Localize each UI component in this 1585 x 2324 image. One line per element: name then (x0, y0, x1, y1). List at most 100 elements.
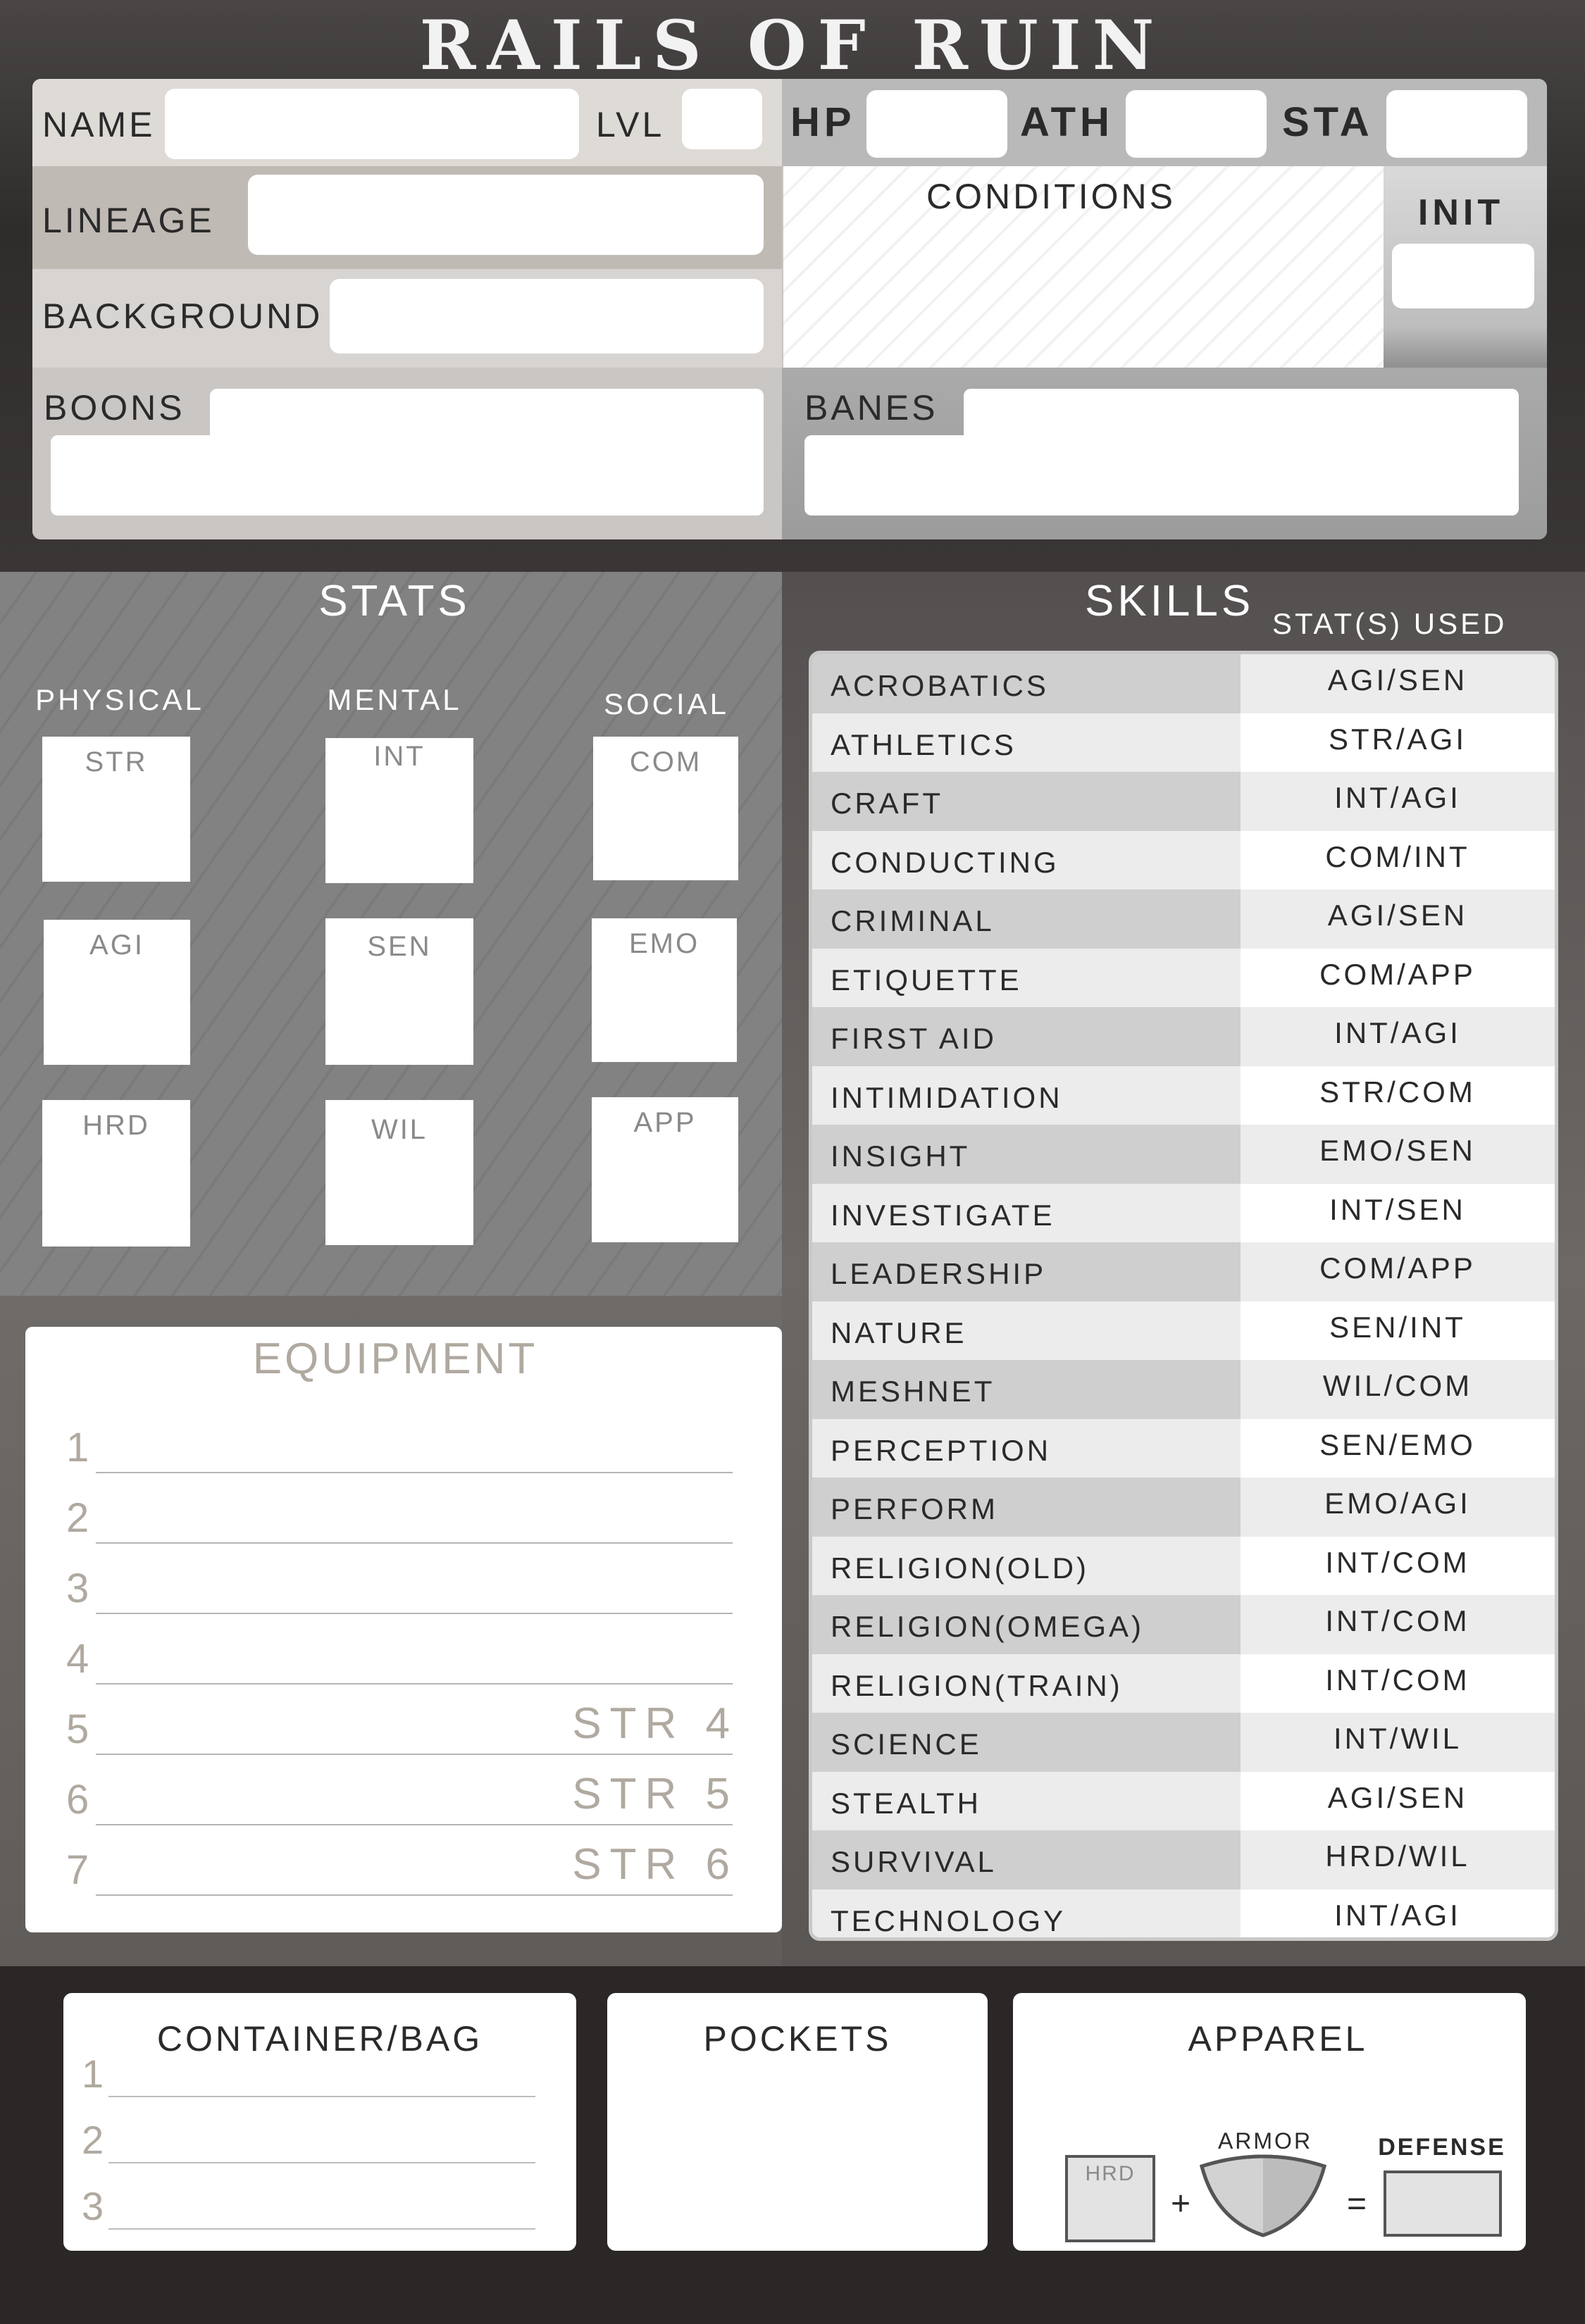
stat-label-hrd: HRD (82, 1110, 150, 1141)
container-title: CONTAINER/BAG (156, 2019, 483, 2059)
hp-field[interactable] (866, 90, 1007, 158)
skill-row[interactable]: INSIGHT EMO/SEN (812, 1125, 1555, 1184)
equipment-slot-line[interactable] (96, 1824, 733, 1825)
pockets-card[interactable]: POCKETS (607, 1993, 988, 2251)
apparel-defense-box[interactable] (1384, 2170, 1502, 2237)
skill-stats: EMO/AGI (1241, 1478, 1555, 1537)
apparel-card: APPAREL HRD + ARMOR = DEFENSE (1013, 1993, 1526, 2251)
skill-row[interactable]: ACROBATICS AGI/SEN (812, 654, 1555, 713)
sta-label: STA (1282, 99, 1374, 145)
container-slot-line[interactable] (108, 2162, 535, 2163)
boons-field[interactable] (51, 389, 764, 516)
skill-name: RELIGION(OLD) (812, 1536, 1241, 1595)
equipment-slot-line[interactable] (96, 1542, 733, 1544)
skill-row[interactable]: INTIMIDATION STR/COM (812, 1066, 1555, 1125)
skill-row[interactable]: CRAFT INT/AGI (812, 772, 1555, 831)
armor-shield-icon[interactable] (1198, 2152, 1329, 2239)
lvl-label: LVL (596, 105, 665, 144)
stat-box-int[interactable]: INT (325, 738, 473, 883)
skill-name: CRIMINAL (812, 889, 1241, 949)
skill-row[interactable]: PERFORM EMO/AGI (812, 1478, 1555, 1537)
lineage-field[interactable] (248, 175, 764, 255)
skill-row[interactable]: SCIENCE INT/WIL (812, 1713, 1555, 1772)
banes-field[interactable] (804, 389, 1519, 516)
stat-label-agi: AGI (89, 930, 144, 961)
skill-row[interactable]: RELIGION(TRAIN) INT/COM (812, 1654, 1555, 1713)
equipment-slot-line[interactable] (96, 1613, 733, 1614)
skill-name: LEADERSHIP (812, 1242, 1241, 1301)
equipment-slot-number: 6 (66, 1777, 89, 1823)
skill-name: PERFORM (812, 1478, 1241, 1537)
stat-box-com[interactable]: COM (593, 737, 738, 880)
equipment-slot-line[interactable] (96, 1894, 733, 1896)
container-slot-number: 3 (82, 2184, 104, 2228)
page-title: RAILS OF RUIN (419, 6, 1166, 85)
sta-field[interactable] (1386, 90, 1527, 158)
lvl-field[interactable] (682, 89, 762, 149)
skill-name: CONDUCTING (812, 830, 1241, 889)
skill-row[interactable]: LEADERSHIP COM/APP (812, 1242, 1555, 1301)
skill-row[interactable]: RELIGION(OMEGA) INT/COM (812, 1595, 1555, 1654)
skill-stats: INT/AGI (1241, 1007, 1555, 1066)
skill-row[interactable]: RELIGION(OLD) INT/COM (812, 1536, 1555, 1595)
skill-row[interactable]: CRIMINAL AGI/SEN (812, 889, 1555, 949)
equipment-slot-line[interactable] (96, 1754, 733, 1755)
stat-label-sen: SEN (367, 931, 432, 962)
equipment-slot-number: 4 (66, 1636, 89, 1682)
stat-label-wil: WIL (371, 1114, 428, 1145)
skills-table: ACROBATICS AGI/SEN ATHLETICS STR/AGI CRAFT IN… (809, 651, 1558, 1941)
stat-box-agi[interactable]: AGI (44, 920, 190, 1065)
name-field[interactable] (165, 89, 579, 159)
skill-row[interactable]: ATHLETICS STR/AGI (812, 713, 1555, 772)
skill-row[interactable]: ETIQUETTE COM/APP (812, 948, 1555, 1007)
stat-box-emo[interactable]: EMO (592, 918, 737, 1062)
skill-stats: EMO/SEN (1241, 1125, 1555, 1184)
stat-box-sen[interactable]: SEN (325, 918, 473, 1065)
skill-stats: HRD/WIL (1241, 1830, 1555, 1889)
skill-row[interactable]: STEALTH AGI/SEN (812, 1771, 1555, 1830)
skill-stats: INT/WIL (1241, 1713, 1555, 1772)
ath-field[interactable] (1126, 90, 1267, 158)
equipment-slot-number: 1 (66, 1425, 89, 1470)
skill-row[interactable]: NATURE SEN/INT (812, 1301, 1555, 1360)
skill-row[interactable]: MESHNET WIL/COM (812, 1360, 1555, 1419)
stat-label-emo: EMO (628, 928, 700, 959)
skill-row[interactable]: CONDUCTING COM/INT (812, 830, 1555, 889)
skill-name: ACROBATICS (812, 654, 1241, 713)
skill-name: INSIGHT (812, 1125, 1241, 1184)
stat-box-str[interactable]: STR (42, 737, 190, 882)
equipment-slot-line[interactable] (96, 1472, 733, 1473)
skill-stats: SEN/EMO (1241, 1418, 1555, 1478)
equipment-str-requirement: STR 5 (572, 1770, 738, 1818)
skill-name: RELIGION(TRAIN) (812, 1654, 1241, 1713)
background-field[interactable] (330, 279, 764, 354)
apparel-hrd-box[interactable]: HRD (1065, 2155, 1155, 2242)
container-slot-number: 2 (82, 2118, 104, 2162)
lineage-label: LINEAGE (42, 201, 215, 240)
stat-box-app[interactable]: APP (592, 1097, 738, 1242)
stats-cat-physical: PHYSICAL (35, 683, 204, 716)
container-slot-line[interactable] (108, 2228, 535, 2230)
skill-name: INTIMIDATION (812, 1066, 1241, 1125)
stats-cat-social: SOCIAL (603, 687, 730, 720)
stat-box-hrd[interactable]: HRD (42, 1100, 190, 1247)
background-label: BACKGROUND (42, 296, 323, 336)
init-label: INIT (1417, 192, 1505, 233)
init-field[interactable] (1392, 244, 1534, 308)
skill-stats: AGI/SEN (1241, 889, 1555, 949)
apparel-plus: + (1171, 2185, 1191, 2223)
container-slot-line[interactable] (108, 2096, 535, 2097)
skill-row[interactable]: FIRST AID INT/AGI (812, 1007, 1555, 1066)
skill-stats: COM/APP (1241, 948, 1555, 1007)
conditions-label: CONDITIONS (926, 177, 1176, 216)
equipment-slot-line[interactable] (96, 1683, 733, 1685)
skill-row[interactable]: TECHNOLOGY INT/AGI (812, 1889, 1555, 1937)
pockets-title: POCKETS (703, 2019, 892, 2059)
skill-stats: INT/COM (1241, 1595, 1555, 1654)
skill-stats: INT/COM (1241, 1536, 1555, 1595)
skill-name: RELIGION(OMEGA) (812, 1595, 1241, 1654)
skill-row[interactable]: SURVIVAL HRD/WIL (812, 1830, 1555, 1889)
skill-row[interactable]: PERCEPTION SEN/EMO (812, 1418, 1555, 1478)
stat-box-wil[interactable]: WIL (325, 1100, 473, 1245)
skill-row[interactable]: INVESTIGATE INT/SEN (812, 1183, 1555, 1242)
